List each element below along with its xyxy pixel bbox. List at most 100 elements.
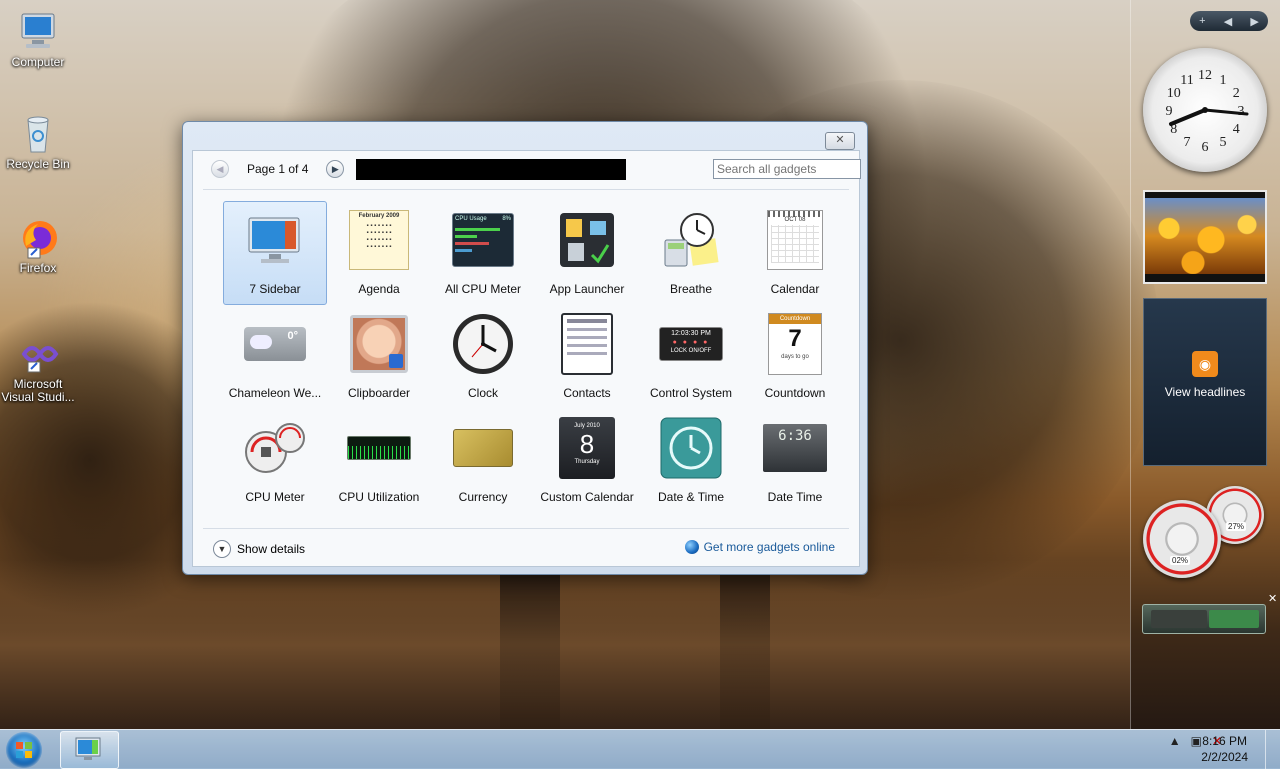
gadget-name: CPU Meter	[245, 490, 305, 504]
gadget-name: Control System	[649, 386, 733, 400]
gadget-name: Date Time	[767, 490, 823, 504]
previous-page-button[interactable]: ◀	[211, 160, 229, 178]
gadget-name: Clipboarder	[347, 386, 411, 400]
custom-calendar-gadget-icon: July 2010 8 Thursday	[555, 416, 619, 480]
gadget-chameleon-weather[interactable]: 0° Chameleon We...	[223, 305, 327, 409]
desktop-icon-visual-studio[interactable]: Microsoft Visual Studi...	[0, 332, 76, 404]
gadget-date-time[interactable]: 6:36 Date Time	[743, 409, 847, 513]
search-input[interactable]	[713, 159, 861, 179]
gadget-calendar[interactable]: OCT 08 Calendar	[743, 201, 847, 305]
gadget-7-sidebar[interactable]: 7 Sidebar	[223, 201, 327, 305]
gadget-name: Contacts	[563, 386, 611, 400]
taskbar: ▲ ▣ ✕ 8:16 PM 2/2/2024	[0, 729, 1280, 769]
gadget-cpu-meter[interactable]: CPU Meter	[223, 409, 327, 513]
gadget-custom-calendar[interactable]: July 2010 8 Thursday Custom Calendar	[535, 409, 639, 513]
cpu-meter-dial: 02%	[1143, 500, 1221, 578]
slideshow-gadget[interactable]	[1143, 190, 1267, 284]
visual-studio-icon	[16, 332, 60, 376]
agenda-month: February 2009	[358, 213, 400, 219]
date-time-digits: 6:36	[778, 428, 812, 444]
gadget-control-system[interactable]: 12:03:30 PM ● ● ● ● LOCK ON/OFF Control …	[639, 305, 743, 409]
sidebar-controls: + ◀ ▶	[1190, 11, 1268, 31]
gadget-contacts[interactable]: Contacts	[535, 305, 639, 409]
sidebar-next-button[interactable]: ▶	[1250, 15, 1258, 28]
add-gadget-button[interactable]: +	[1199, 15, 1205, 27]
get-more-gadgets-link[interactable]: Get more gadgets online	[684, 540, 835, 554]
start-button[interactable]	[6, 732, 42, 768]
countdown-sub: days to go	[781, 354, 809, 360]
taskbar-gadgets-button[interactable]	[60, 731, 119, 769]
gadget-cpu-utilization[interactable]: CPU Utilization	[327, 409, 431, 513]
memory-meter-value: 27%	[1226, 522, 1247, 531]
gadget-currency[interactable]: Currency	[431, 409, 535, 513]
rss-icon: ◉	[1192, 351, 1218, 377]
desktop-clock-gadget[interactable]: 12 1 2 3 4 5 6 7 8 9 10 11	[1143, 48, 1267, 172]
windows-logo-icon	[16, 742, 32, 758]
next-page-button[interactable]: ▶	[326, 160, 345, 178]
sidebar-prev-button[interactable]: ◀	[1224, 15, 1232, 28]
gadget-name: Calendar	[770, 282, 820, 296]
sidebar-gadget-icon	[243, 208, 307, 272]
clock-numeral: 7	[1184, 135, 1191, 150]
gadget-breathe[interactable]: Breathe	[639, 201, 743, 305]
gadget-name: Currency	[458, 490, 508, 504]
close-button[interactable]: ✕	[825, 132, 855, 150]
custom-calendar-weekday: Thursday	[574, 459, 600, 465]
show-desktop-button[interactable]	[1265, 730, 1280, 769]
contacts-gadget-icon	[555, 312, 619, 376]
show-hidden-icons-chevron[interactable]: ▲	[1169, 734, 1181, 748]
date-time-clock-icon	[659, 416, 723, 480]
divider	[203, 528, 849, 529]
view-headlines-label: View headlines	[1164, 385, 1246, 399]
gadget-name: Breathe	[669, 282, 713, 296]
gadget-countdown[interactable]: Countdown 7 days to go Countdown	[743, 305, 847, 409]
gadget-name: Chameleon We...	[228, 386, 322, 400]
countdown-gadget-icon: Countdown 7 days to go	[763, 312, 827, 376]
slideshow-photo	[1145, 198, 1265, 274]
clock-numeral: 5	[1220, 135, 1227, 150]
feed-headlines-gadget[interactable]: ◉ View headlines	[1143, 298, 1267, 466]
divider	[203, 189, 849, 190]
status-indicator	[1209, 610, 1259, 628]
page-indicator: Page 1 of 4	[247, 162, 309, 176]
gadget-agenda[interactable]: February 2009 ▪ ▪ ▪ ▪ ▪ ▪ ▪ ▪ ▪ ▪ ▪ ▪ ▪ ▪…	[327, 201, 431, 305]
gadget-name: Countdown	[764, 386, 826, 400]
clock-numeral: 2	[1233, 86, 1240, 101]
cpu-meter-gadget-icon: CPU Usage 8%	[451, 208, 515, 272]
taskbar-time: 8:16 PM	[1202, 734, 1247, 748]
control-time: 12:03:30 PM	[671, 330, 711, 337]
clock-numeral: 12	[1198, 68, 1212, 83]
firefox-icon	[16, 216, 60, 260]
taskbar-clock[interactable]: 8:16 PM 2/2/2024	[1201, 733, 1248, 765]
get-more-gadgets-label: Get more gadgets online	[703, 540, 835, 554]
power-icon[interactable]	[1151, 610, 1207, 628]
desktop-icon-recycle-bin[interactable]: Recycle Bin	[0, 112, 76, 171]
close-gadget-icon[interactable]: ✕	[1268, 592, 1277, 605]
gadget-name: Date & Time	[657, 490, 725, 504]
gadget-name: Clock	[467, 386, 498, 400]
cpu-usage-value: 8%	[502, 216, 511, 222]
gadget-all-cpu-meter[interactable]: CPU Usage 8% All CPU Meter	[431, 201, 535, 305]
cpu-usage-label: CPU Usage	[455, 216, 487, 222]
clock-numeral: 4	[1233, 122, 1240, 137]
countdown-label: Countdown	[769, 314, 821, 324]
computer-icon	[16, 10, 60, 54]
countdown-number: 7	[788, 325, 802, 352]
network-icon[interactable]: ▣	[1191, 734, 1202, 748]
calendar-month: OCT 08	[784, 217, 806, 223]
gadget-gallery-window: ✕ ◀ Page 1 of 4 ▶ 7 Sidebar February 200…	[182, 121, 868, 575]
control-system-gadget[interactable]	[1142, 604, 1266, 634]
desktop-icon-computer[interactable]: Computer	[0, 10, 76, 69]
desktop-icon-firefox[interactable]: Firefox	[0, 216, 76, 275]
weather-temperature: 0°	[287, 330, 298, 342]
gadget-clipboarder[interactable]: Clipboarder	[327, 305, 431, 409]
gadget-app-launcher[interactable]: App Launcher	[535, 201, 639, 305]
taskbar-date: 2/2/2024	[1201, 750, 1248, 764]
pager: ◀ Page 1 of 4 ▶	[211, 159, 345, 179]
gadget-date-and-time[interactable]: Date & Time	[639, 409, 743, 513]
show-details-toggle[interactable]: ▼ Show details	[213, 540, 305, 558]
gadget-name: 7 Sidebar	[249, 282, 301, 296]
cpu-meter-dials-icon	[243, 416, 307, 480]
gadget-clock[interactable]: Clock	[431, 305, 535, 409]
agenda-gadget-icon: February 2009 ▪ ▪ ▪ ▪ ▪ ▪ ▪ ▪ ▪ ▪ ▪ ▪ ▪ ▪…	[347, 208, 411, 272]
